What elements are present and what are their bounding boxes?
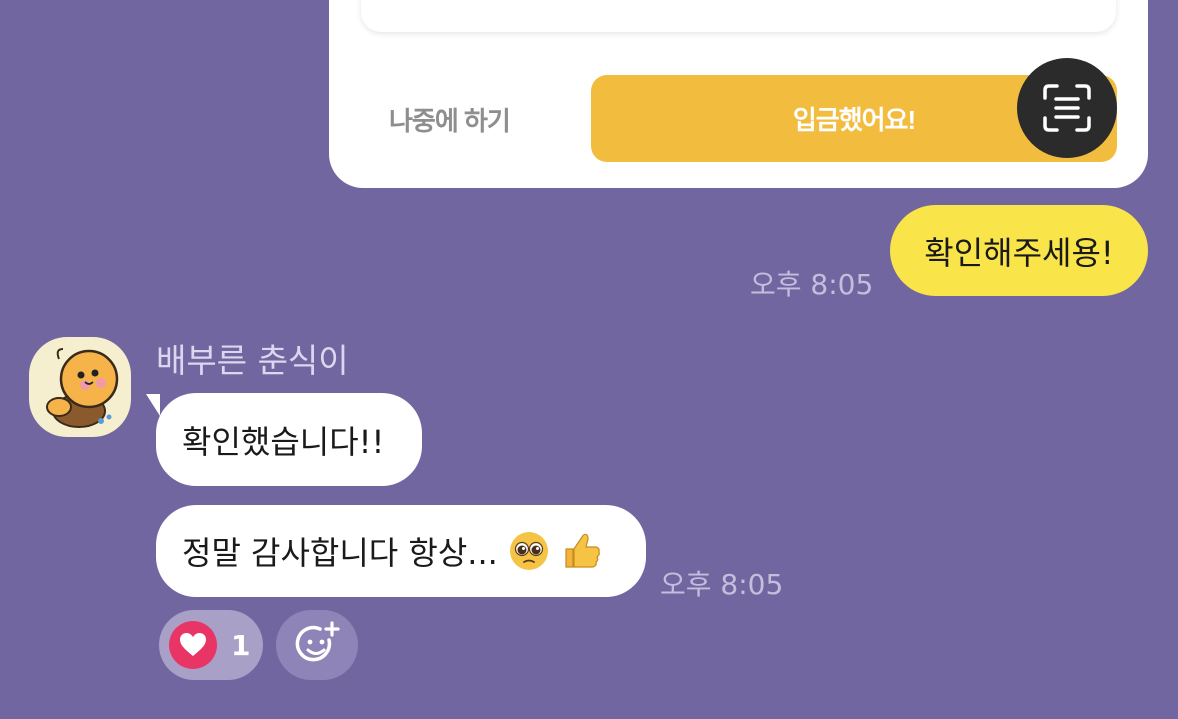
card-content-box bbox=[361, 0, 1116, 32]
other-message-text: 확인했습니다!! bbox=[182, 422, 385, 461]
thumbs-up-emoji bbox=[565, 533, 600, 568]
later-button[interactable]: 나중에 하기 bbox=[389, 76, 619, 162]
text-scan-button[interactable] bbox=[1017, 58, 1117, 158]
heart-reaction-count: 1 bbox=[231, 628, 251, 662]
my-message-time: 오후 8:05 bbox=[750, 268, 874, 301]
other-message-text-2: 정말 감사합니다 항상... bbox=[182, 534, 498, 572]
my-message-bubble[interactable]: 확인해주세용! bbox=[890, 205, 1148, 296]
sender-name: 배부른 춘식이 bbox=[156, 341, 349, 380]
add-emoji-icon bbox=[295, 621, 340, 662]
add-reaction-button[interactable] bbox=[276, 610, 358, 680]
chunsik-avatar-image bbox=[46, 348, 119, 428]
sender-avatar[interactable] bbox=[29, 337, 131, 437]
bubble-tail bbox=[146, 394, 160, 416]
other-message-time: 오후 8:05 bbox=[660, 568, 784, 601]
text-scan-icon bbox=[1043, 84, 1091, 132]
my-message-text: 확인해주세용! bbox=[924, 233, 1114, 272]
heart-reaction-chip[interactable]: 1 bbox=[159, 610, 263, 680]
other-message-bubble[interactable]: 확인했습니다!! bbox=[156, 393, 422, 486]
heart-icon bbox=[169, 621, 217, 669]
pleading-face-emoji bbox=[509, 532, 548, 570]
other-message-bubble-2[interactable]: 정말 감사합니다 항상... bbox=[156, 505, 646, 597]
